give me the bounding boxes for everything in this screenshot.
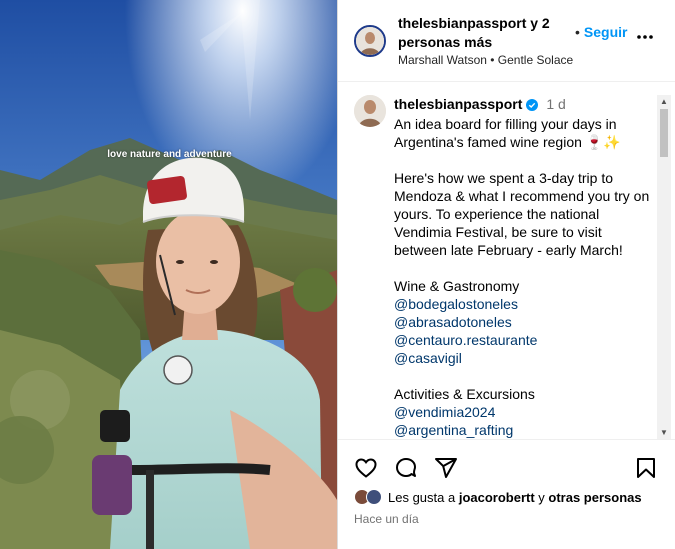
caption-scroll-area[interactable]: thelesbianpassport 1 d An idea board for … <box>338 83 675 440</box>
heart-icon[interactable] <box>354 456 378 480</box>
mention-link[interactable]: @argentina_rafting <box>394 421 650 439</box>
likes-text: Les gusta a joacorobertt y otras persona… <box>388 490 642 505</box>
post-modal: love nature and adventure thelesbianpass… <box>0 0 675 549</box>
action-bar <box>338 441 675 481</box>
caption-gap <box>394 259 650 277</box>
post-media[interactable]: love nature and adventure <box>0 0 337 549</box>
comment-icon[interactable] <box>394 456 418 480</box>
likes-user[interactable]: joacorobertt <box>459 490 535 505</box>
bookmark-icon[interactable] <box>634 456 658 480</box>
caption-paragraph: Here's how we spent a 3-day trip to Mend… <box>394 170 650 258</box>
follow-button[interactable]: • Seguir <box>575 24 627 40</box>
caption-line: An idea board for filling your days in A… <box>394 116 621 150</box>
mention-link[interactable]: @abrasadotoneles <box>394 313 650 331</box>
header-avatar[interactable] <box>354 25 386 57</box>
mention-link[interactable]: @centauro.restaurante <box>394 331 650 349</box>
caption-username[interactable]: thelesbianpassport <box>394 96 522 112</box>
post-author-title[interactable]: thelesbianpassport y 2 personas más <box>398 14 578 52</box>
post-side-panel: thelesbianpassport y 2 personas más • Seg… <box>337 0 675 549</box>
share-icon[interactable] <box>434 456 458 480</box>
scroll-down-arrow[interactable]: ▼ <box>660 429 668 437</box>
more-icon-svg <box>637 35 653 39</box>
section-heading: Activities & Excursions <box>394 386 535 402</box>
likes-others[interactable]: otras personas <box>548 490 641 505</box>
avatar-image <box>356 27 384 55</box>
selfie-photo <box>0 0 337 549</box>
post-header: thelesbianpassport y 2 personas más • Seg… <box>338 0 675 82</box>
scroll-thumb[interactable] <box>660 109 668 157</box>
mention-link[interactable]: @bodegalostoneles <box>394 295 650 313</box>
caption-avatar[interactable] <box>354 95 386 127</box>
likes-summary[interactable]: Les gusta a joacorobertt y otras persona… <box>354 486 642 508</box>
verified-icon <box>526 97 539 115</box>
likes-prefix: Les gusta a <box>388 489 459 505</box>
caption-gap <box>394 151 650 169</box>
caption-body: thelesbianpassport 1 d An idea board for … <box>394 95 650 439</box>
bookmark-icon-svg <box>637 458 655 478</box>
caption-avatar-image <box>354 95 386 127</box>
post-timestamp: Hace un día <box>354 512 419 526</box>
likes-middle: y <box>534 489 549 505</box>
more-icon[interactable] <box>635 27 655 47</box>
media-overlay-text: love nature and adventure <box>107 149 232 160</box>
scroll-up-arrow[interactable]: ▲ <box>660 98 668 106</box>
heart-icon-svg <box>355 458 377 478</box>
follow-label: Seguir <box>583 24 628 40</box>
mention-link[interactable]: @casavigil <box>394 349 650 367</box>
share-icon-svg <box>435 458 457 478</box>
liker-avatar <box>366 489 382 505</box>
caption-gap <box>394 367 650 385</box>
section-heading: Wine & Gastronomy <box>394 278 520 294</box>
follow-dot: • <box>575 24 580 40</box>
mention-link[interactable]: @vendimia2024 <box>394 403 650 421</box>
caption-time: 1 d <box>546 96 566 112</box>
caption-scrollbar[interactable]: ▲ ▼ <box>657 95 671 439</box>
comment-icon-svg <box>396 458 416 477</box>
verified-icon-svg <box>526 99 539 111</box>
audio-attribution[interactable]: Marshall Watson • Gentle Solace <box>398 53 573 67</box>
